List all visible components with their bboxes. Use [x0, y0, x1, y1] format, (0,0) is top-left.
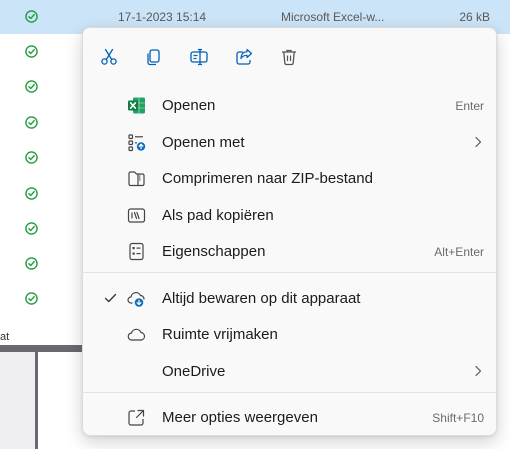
menu-item-more-options[interactable]: Meer opties weergeven Shift+F10 — [89, 400, 490, 434]
menu-item-label: Ruimte vrijmaken — [162, 326, 278, 343]
sync-ok-check-icon — [25, 222, 38, 235]
cloud-icon — [127, 328, 146, 341]
open-with-icon — [128, 134, 146, 152]
rename-icon — [190, 48, 208, 66]
sync-ok-check-icon — [25, 292, 38, 305]
background-panel-light — [38, 352, 82, 449]
sync-ok-check-icon — [25, 187, 38, 200]
menu-item-label: Openen — [162, 97, 216, 114]
zip-folder-icon — [128, 171, 145, 187]
share-button[interactable] — [228, 42, 260, 72]
rename-button[interactable] — [183, 42, 215, 72]
background-panel — [0, 352, 35, 449]
shortcut-label: Enter — [455, 99, 484, 113]
menu-item-copy-path[interactable]: Als pad kopiëren — [89, 198, 490, 232]
copy-button[interactable] — [138, 42, 170, 72]
onedrive-keep-icon — [127, 292, 145, 307]
menu-separator — [83, 272, 496, 273]
chevron-right-icon — [475, 136, 482, 148]
shortcut-label: Alt+Enter — [434, 245, 484, 259]
more-options-icon — [128, 409, 145, 426]
chevron-right-icon — [475, 365, 482, 377]
menu-item-openen[interactable]: Openen Enter — [89, 88, 490, 122]
menu-item-eigenschappen[interactable]: Eigenschappen Alt+Enter — [89, 234, 490, 268]
menu-item-label: Comprimeren naar ZIP-bestand — [162, 170, 373, 187]
menu-separator — [83, 392, 496, 393]
menu-item-label: Openen met — [162, 134, 245, 151]
menu-item-label: Eigenschappen — [162, 243, 266, 260]
sync-ok-check-icon — [25, 257, 38, 270]
sync-ok-check-icon — [25, 116, 38, 129]
menu-item-label: Als pad kopiëren — [162, 207, 274, 224]
sync-ok-check-icon — [25, 10, 38, 23]
copy-path-icon — [127, 208, 146, 223]
sync-ok-check-icon — [25, 80, 38, 93]
menu-item-label: Altijd bewaren op dit apparaat — [162, 290, 361, 307]
check-icon — [104, 293, 117, 303]
copy-icon — [147, 49, 160, 66]
file-type: Microsoft Excel-w... — [281, 10, 385, 24]
delete-icon — [282, 49, 296, 66]
sync-ok-check-icon — [25, 151, 38, 164]
menu-item-free-space[interactable]: Ruimte vrijmaken — [89, 317, 490, 351]
context-menu: Openen Enter Openen met Comprimeren naar… — [82, 27, 497, 436]
menu-item-openen-met[interactable]: Openen met — [89, 125, 490, 159]
menu-item-zip[interactable]: Comprimeren naar ZIP-bestand — [89, 161, 490, 195]
share-icon — [236, 48, 253, 65]
shortcut-label: Shift+F10 — [432, 411, 484, 425]
menu-item-always-keep[interactable]: Altijd bewaren op dit apparaat — [89, 281, 490, 315]
menu-item-label: OneDrive — [162, 363, 226, 380]
properties-icon — [129, 242, 144, 261]
file-size: 26 kB — [459, 10, 490, 24]
excel-icon — [128, 97, 145, 114]
cut-icon — [101, 48, 117, 65]
cut-button[interactable] — [93, 42, 125, 72]
sync-ok-check-icon — [25, 45, 38, 58]
file-date: 17-1-2023 15:14 — [118, 10, 207, 24]
truncated-column-text: at — [0, 331, 10, 343]
menu-item-onedrive[interactable]: OneDrive — [89, 354, 490, 388]
menu-item-label: Meer opties weergeven — [162, 409, 318, 426]
delete-button[interactable] — [273, 42, 305, 72]
